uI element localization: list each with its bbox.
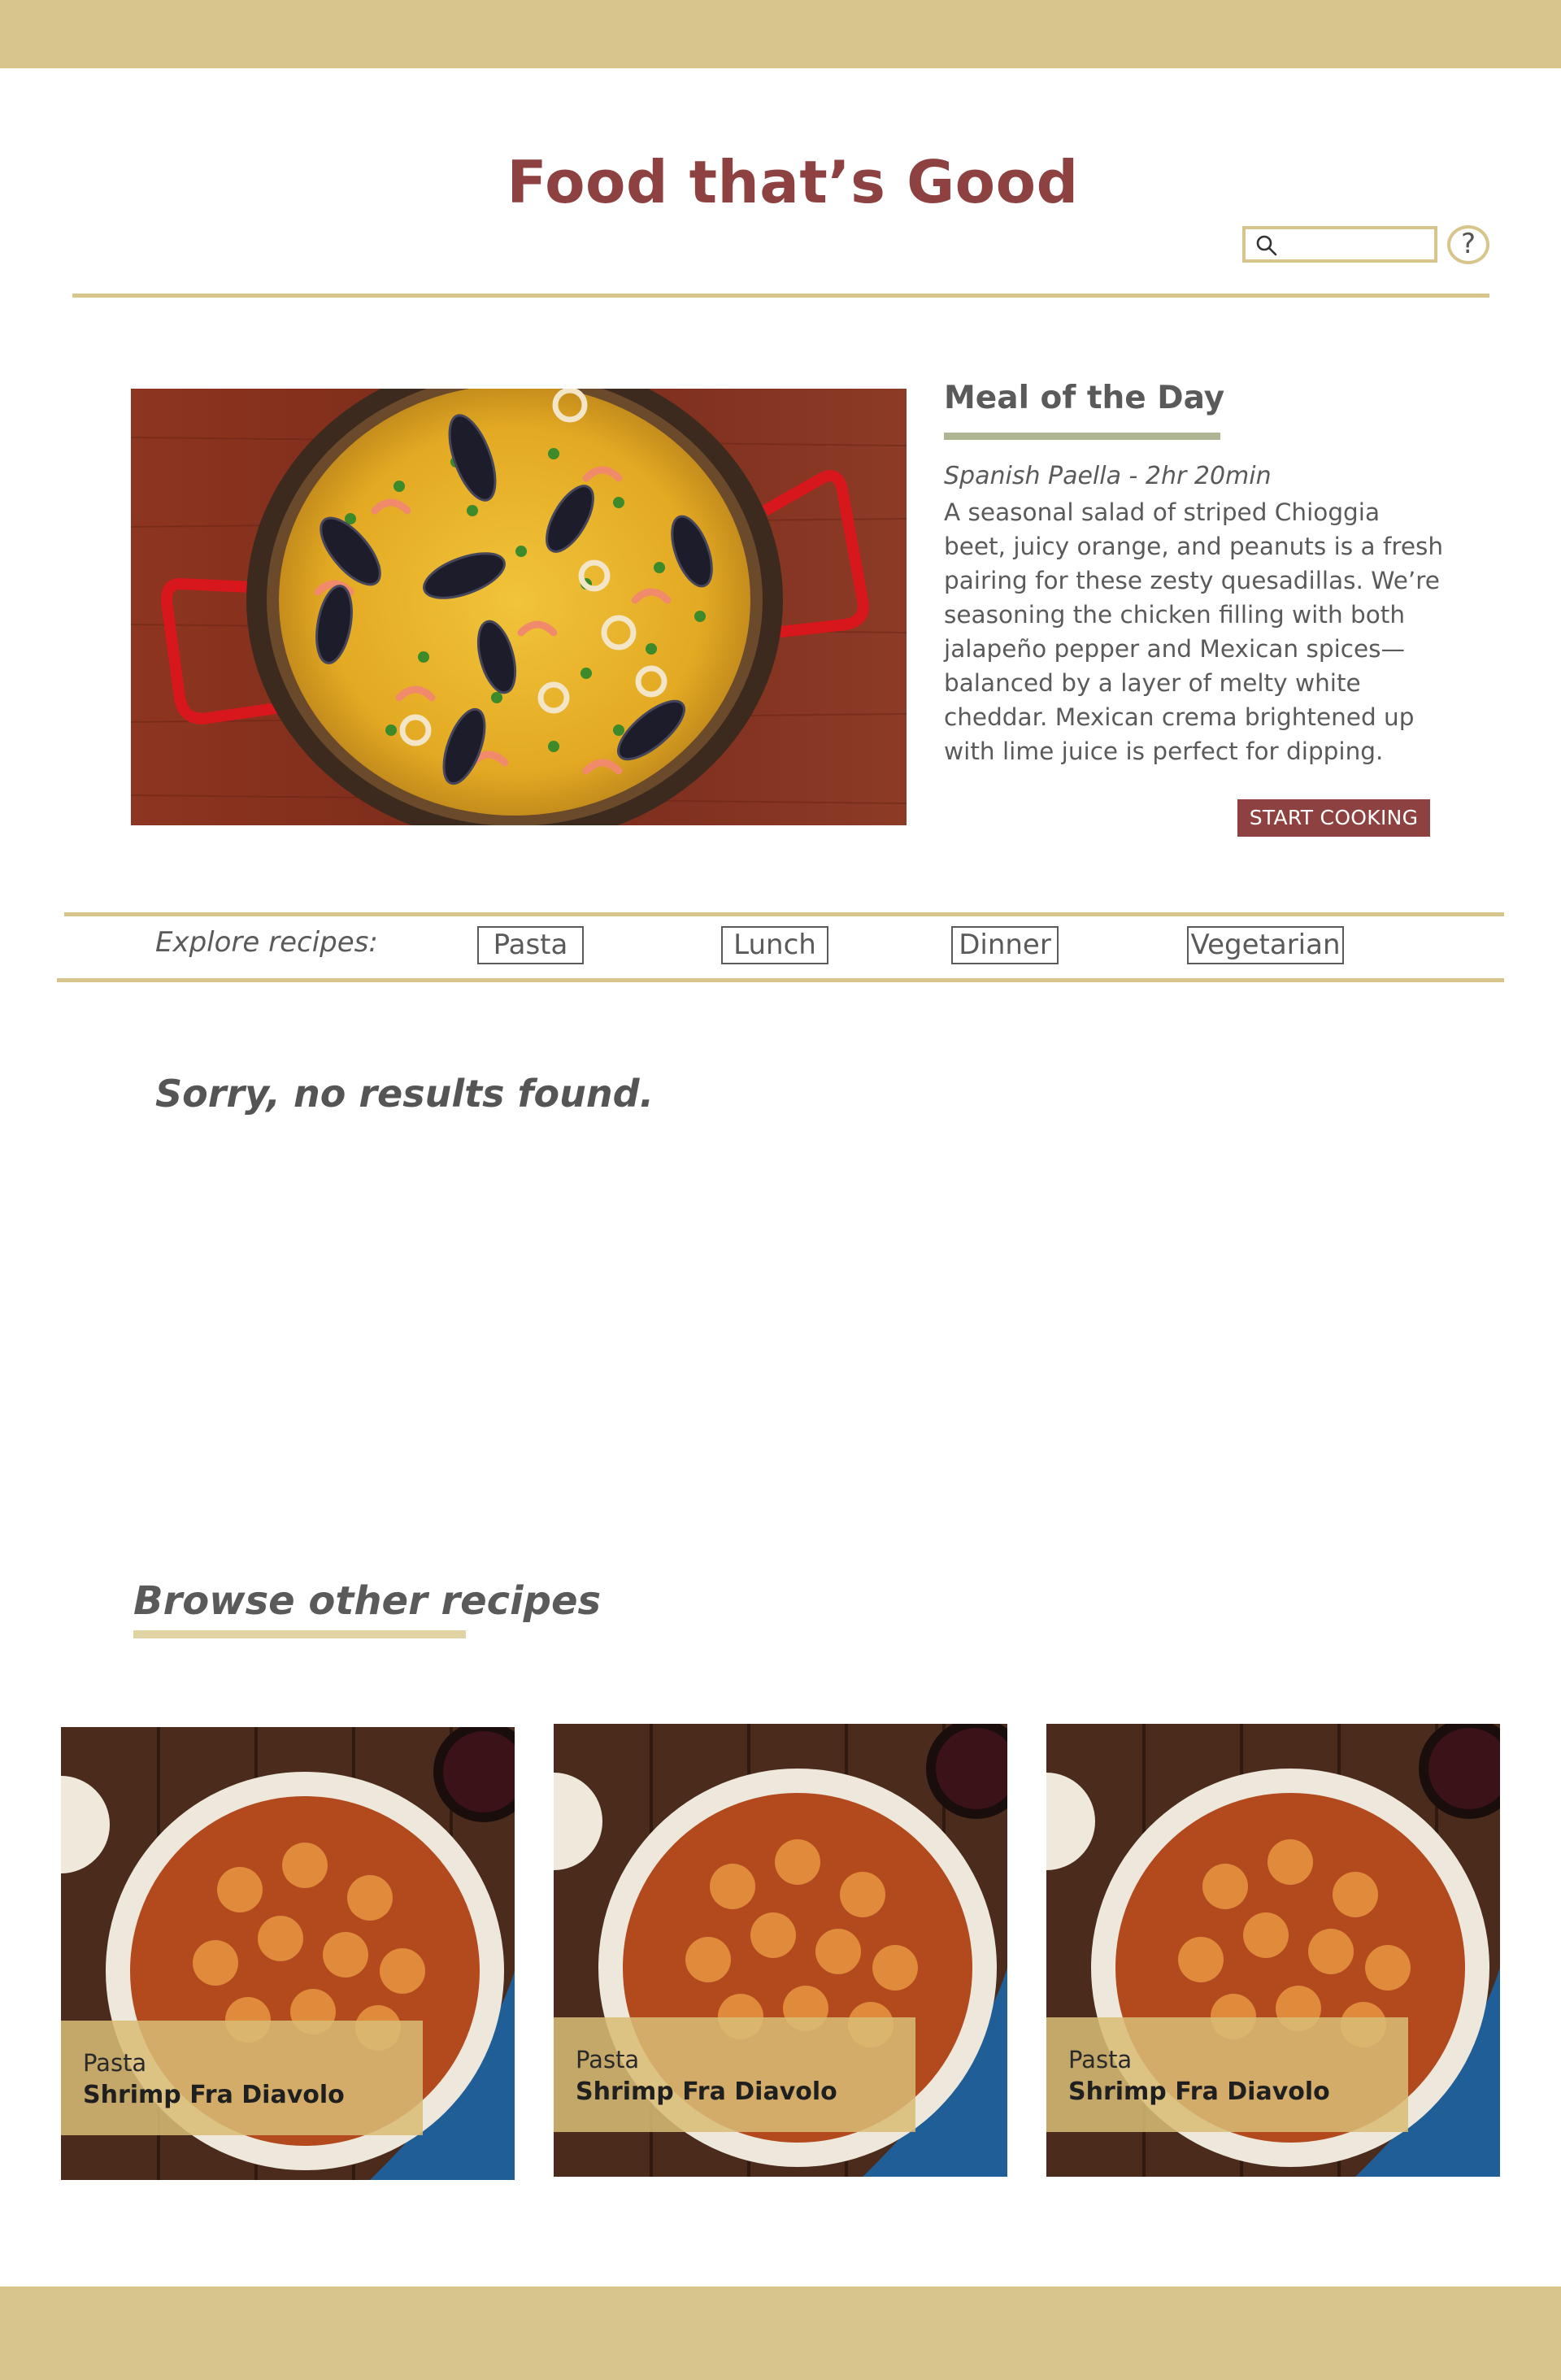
help-button[interactable]: ?	[1447, 225, 1489, 264]
recipe-card-caption: Pasta Shrimp Fra Diavolo	[554, 2017, 915, 2132]
start-cooking-button[interactable]: START COOKING	[1237, 799, 1430, 837]
explore-label: Explore recipes:	[155, 926, 378, 959]
recipe-name: Shrimp Fra Diavolo	[1068, 2078, 1330, 2106]
explore-divider-top	[64, 912, 1504, 916]
recipe-name: Shrimp Fra Diavolo	[576, 2078, 837, 2106]
recipe-card[interactable]: Pasta Shrimp Fra Diavolo	[1046, 1724, 1500, 2177]
no-results-message: Sorry, no results found.	[155, 1072, 654, 1116]
site-title: Food that’s Good	[507, 148, 1079, 216]
search-box[interactable]	[1242, 226, 1437, 263]
recipe-card-caption: Pasta Shrimp Fra Diavolo	[1046, 2017, 1408, 2132]
search-input[interactable]	[1285, 232, 1431, 258]
tag-dinner[interactable]: Dinner	[951, 926, 1059, 964]
meal-of-the-day-image[interactable]	[131, 389, 907, 825]
recipe-category: Pasta	[1068, 2046, 1133, 2073]
recipe-category: Pasta	[83, 2049, 147, 2077]
explore-divider-bottom	[57, 978, 1504, 982]
tag-pasta[interactable]: Pasta	[477, 926, 584, 964]
tag-vegetarian[interactable]: Vegetarian	[1187, 926, 1344, 964]
meal-of-the-day-heading: Meal of the Day	[944, 380, 1225, 416]
paella-illustration	[131, 389, 907, 825]
browse-heading: Browse other recipes	[133, 1578, 602, 1624]
footer-band	[0, 2286, 1561, 2380]
recipe-category: Pasta	[576, 2046, 640, 2073]
top-band	[0, 0, 1561, 68]
browse-underline	[133, 1630, 466, 1638]
recipe-description: A seasonal salad of striped Chioggia bee…	[944, 498, 1444, 765]
search-icon	[1256, 235, 1277, 256]
recipe-meta: Spanish Paella - 2hr 20min	[944, 462, 1272, 490]
header-divider	[72, 294, 1489, 298]
meal-of-the-day-underline	[944, 433, 1220, 440]
recipe-name: Shrimp Fra Diavolo	[83, 2081, 345, 2109]
recipe-card-caption: Pasta Shrimp Fra Diavolo	[61, 2021, 423, 2135]
recipe-card[interactable]: Pasta Shrimp Fra Diavolo	[554, 1724, 1007, 2177]
recipe-card[interactable]: Pasta Shrimp Fra Diavolo	[61, 1727, 515, 2180]
tag-lunch[interactable]: Lunch	[721, 926, 828, 964]
